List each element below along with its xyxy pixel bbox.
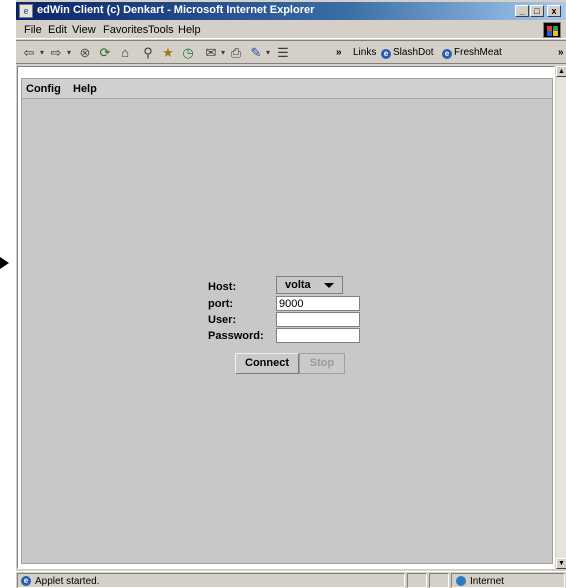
host-label: Host: xyxy=(208,281,237,293)
menu-help[interactable]: Help xyxy=(178,24,201,36)
status-bar: e Applet started. Internet xyxy=(16,571,566,588)
menu-favorites[interactable]: Favorites xyxy=(103,24,148,36)
password-label: Password: xyxy=(208,330,264,342)
menu-bar: File Edit View Favorites Tools Help xyxy=(16,21,566,39)
ie-page-icon: e xyxy=(21,576,31,586)
status-pane-2 xyxy=(407,573,427,588)
host-select[interactable]: volta xyxy=(276,276,343,294)
ie-link-icon: e xyxy=(442,49,452,59)
link-slashdot-label: SlashDot xyxy=(393,47,434,58)
ie-link-icon: e xyxy=(381,49,391,59)
status-zone-pane: Internet xyxy=(451,573,565,588)
browser-window: e edWin Client (c) Denkart - Microsoft I… xyxy=(15,0,566,588)
history-icon[interactable]: ◷ xyxy=(180,45,196,61)
vertical-scrollbar[interactable]: ▲ ▼ xyxy=(556,66,566,569)
link-freshmeat[interactable]: e FreshMeat xyxy=(442,47,502,59)
toolbar-chevron[interactable]: » xyxy=(336,47,342,58)
refresh-icon[interactable]: ⟳ xyxy=(97,45,113,61)
toolbar-overflow[interactable]: » xyxy=(558,47,564,58)
back-icon[interactable]: ⇦ xyxy=(22,45,36,61)
edwin-applet: Config Help Host: volta port: User: Pass… xyxy=(21,78,553,564)
connect-button[interactable]: Connect xyxy=(235,353,299,374)
user-input[interactable] xyxy=(276,312,360,327)
forward-icon[interactable]: ⇨ xyxy=(49,45,63,61)
port-label: port: xyxy=(208,298,234,310)
link-slashdot[interactable]: e SlashDot xyxy=(381,47,434,59)
user-label: User: xyxy=(208,314,237,326)
edit-icon[interactable]: ✎ xyxy=(248,45,264,61)
status-zone: Internet xyxy=(470,576,504,587)
title-bar: e edWin Client (c) Denkart - Microsoft I… xyxy=(16,2,566,20)
chevron-down-icon xyxy=(324,283,334,288)
stop-button[interactable]: Stop xyxy=(299,353,345,374)
menu-tools[interactable]: Tools xyxy=(148,24,174,36)
applet-menu-bar: Config Help xyxy=(22,79,552,99)
scroll-down-icon[interactable]: ▼ xyxy=(556,558,566,569)
links-label: Links xyxy=(353,47,377,58)
applet-menu-help[interactable]: Help xyxy=(73,83,97,95)
host-select-value: volta xyxy=(285,279,311,291)
favorites-icon[interactable]: ★ xyxy=(160,45,176,61)
menu-edit[interactable]: Edit xyxy=(48,24,67,36)
globe-icon xyxy=(456,576,466,586)
search-icon[interactable]: ⚲ xyxy=(140,45,156,61)
status-pane-3 xyxy=(429,573,449,588)
link-freshmeat-label: FreshMeat xyxy=(454,47,502,58)
scroll-up-icon[interactable]: ▲ xyxy=(556,66,566,77)
minimize-button[interactable]: _ xyxy=(515,5,529,17)
password-input[interactable] xyxy=(276,328,360,343)
mail-dropdown-icon[interactable]: ▾ xyxy=(219,45,227,61)
status-text: Applet started. xyxy=(35,576,100,587)
standard-toolbar: ⇦ ▾ ⇨ ▾ ⊗ ⟳ ⌂ ⚲ ★ ◷ ✉ ▾ ⎙ ✎ ▾ ☰ » Links … xyxy=(16,40,566,64)
status-main-pane: e Applet started. xyxy=(17,573,405,588)
print-icon[interactable]: ⎙ xyxy=(228,45,244,61)
windows-logo-icon xyxy=(543,22,561,38)
page-viewport: Config Help Host: volta port: User: Pass… xyxy=(17,66,555,569)
edit-dropdown-icon[interactable]: ▾ xyxy=(264,45,272,61)
menu-view[interactable]: View xyxy=(72,24,96,36)
window-title: edWin Client (c) Denkart - Microsoft Int… xyxy=(37,4,315,16)
menu-file[interactable]: File xyxy=(24,24,42,36)
mail-icon[interactable]: ✉ xyxy=(203,45,219,61)
ie-page-icon: e xyxy=(19,4,33,18)
port-input[interactable] xyxy=(276,296,360,311)
close-button[interactable]: x xyxy=(547,5,561,17)
pointer-arrow-icon xyxy=(0,257,9,269)
forward-dropdown-icon[interactable]: ▾ xyxy=(65,45,73,61)
applet-menu-config[interactable]: Config xyxy=(26,83,61,95)
discuss-icon[interactable]: ☰ xyxy=(275,45,291,61)
maximize-button[interactable]: □ xyxy=(530,5,544,17)
back-dropdown-icon[interactable]: ▾ xyxy=(38,45,46,61)
home-icon[interactable]: ⌂ xyxy=(117,45,133,61)
stop-icon[interactable]: ⊗ xyxy=(77,45,93,61)
